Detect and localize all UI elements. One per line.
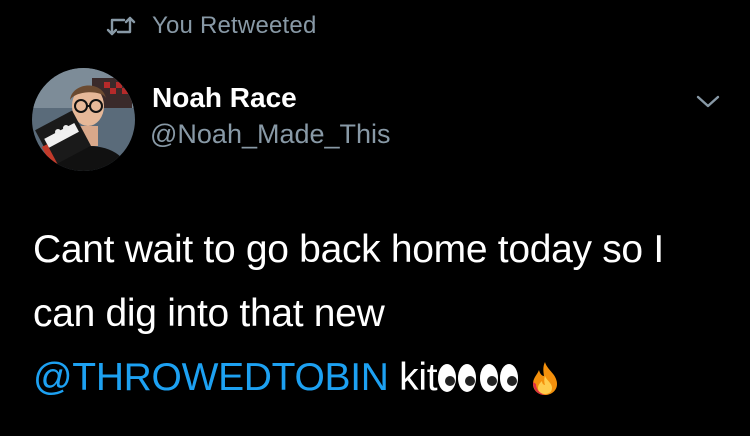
- retweet-label: You Retweeted: [152, 12, 317, 39]
- tweet-text: Cant wait to go back home today so I can…: [33, 218, 723, 410]
- tweet-line-3: @THROWEDTOBIN kit: [33, 346, 723, 410]
- fire-emoji-icon: [533, 362, 558, 395]
- emoji-group: [437, 360, 563, 396]
- author-handle[interactable]: @Noah_Made_This: [150, 119, 391, 150]
- tweet-line-1: Cant wait to go back home today so I: [33, 228, 664, 271]
- avatar[interactable]: [32, 68, 135, 171]
- retweet-icon: [106, 16, 136, 36]
- tweet-trailing-text: kit: [388, 356, 438, 399]
- tweet-line-2: can dig into that new: [33, 292, 385, 335]
- eyes-emoji-icon: [438, 364, 519, 392]
- chevron-down-icon[interactable]: [694, 92, 722, 112]
- author-name[interactable]: Noah Race: [152, 82, 297, 114]
- retweet-header: You Retweeted: [106, 12, 317, 40]
- mention-link[interactable]: @THROWEDTOBIN: [33, 356, 389, 399]
